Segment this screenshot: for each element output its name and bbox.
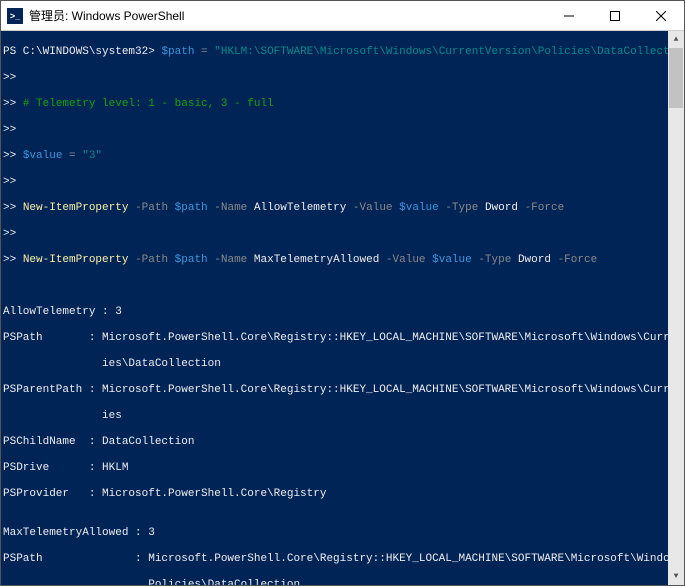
- output-line: MaxTelemetryAllowed : 3: [3, 527, 684, 540]
- terminal-area[interactable]: PS C:\WINDOWS\system32> $path = "HKLM:\S…: [1, 31, 684, 585]
- output-line: PSPath : Microsoft.PowerShell.Core\Regis…: [3, 553, 684, 566]
- scrollbar[interactable]: ▲ ▼: [668, 31, 684, 585]
- close-icon: [656, 11, 666, 21]
- scroll-thumb[interactable]: [669, 48, 683, 108]
- continuation-prompt: >>: [3, 72, 16, 84]
- powershell-icon: >_: [7, 8, 23, 24]
- variable: $value: [23, 150, 63, 162]
- string-literal: "3": [82, 150, 102, 162]
- output-line: PSChildName : DataCollection: [3, 436, 684, 449]
- prompt: PS C:\WINDOWS\system32>: [3, 46, 155, 58]
- powershell-window: >_ 管理员: Windows PowerShell PS C:\WINDOWS…: [0, 0, 685, 586]
- output-line: PSPath : Microsoft.PowerShell.Core\Regis…: [3, 332, 684, 345]
- scroll-up-button[interactable]: ▲: [668, 31, 684, 48]
- output-line: ies\DataCollection: [3, 358, 684, 371]
- string-literal: "HKLM:\SOFTWARE\Microsoft\Windows\Curren…: [214, 46, 684, 58]
- window-title: 管理员: Windows PowerShell: [29, 7, 184, 24]
- output-line: PSProvider : Microsoft.PowerShell.Core\R…: [3, 488, 684, 501]
- close-button[interactable]: [638, 1, 684, 30]
- output-line: Policies\DataCollection: [3, 579, 684, 585]
- minimize-button[interactable]: [546, 1, 592, 30]
- window-controls: [546, 1, 684, 30]
- maximize-icon: [610, 11, 620, 21]
- variable: $path: [161, 46, 194, 58]
- minimize-icon: [564, 11, 574, 21]
- output-line: PSDrive : HKLM: [3, 462, 684, 475]
- output-line: PSParentPath : Microsoft.PowerShell.Core…: [3, 384, 684, 397]
- cmdlet: New-ItemProperty: [23, 254, 129, 266]
- titlebar[interactable]: >_ 管理员: Windows PowerShell: [1, 1, 684, 31]
- output-line: AllowTelemetry : 3: [3, 306, 684, 319]
- maximize-button[interactable]: [592, 1, 638, 30]
- scroll-down-button[interactable]: ▼: [668, 568, 684, 585]
- cmdlet: New-ItemProperty: [23, 202, 129, 214]
- output-line: ies: [3, 410, 684, 423]
- comment: # Telemetry level: 1 - basic, 3 - full: [23, 98, 274, 110]
